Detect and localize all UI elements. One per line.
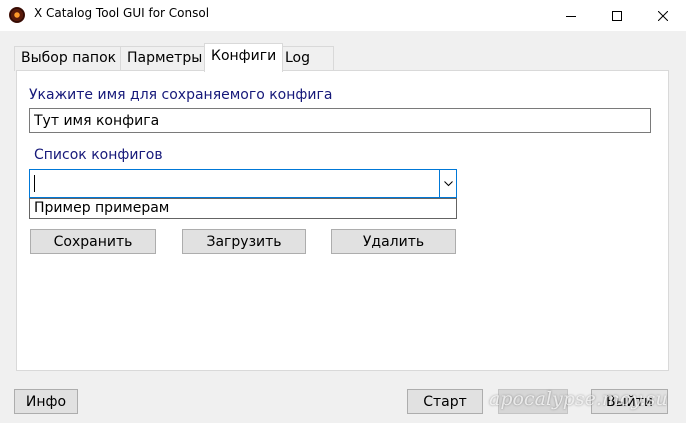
minimize-icon	[566, 15, 576, 17]
config-list-label: Список конфигов	[34, 147, 163, 163]
window-title: X Catalog Tool GUI for Consol	[34, 6, 210, 20]
app-icon	[9, 7, 25, 23]
minimize-button[interactable]	[548, 0, 594, 31]
delete-button[interactable]: Удалить	[331, 229, 456, 254]
title-bar[interactable]: X Catalog Tool GUI for Consol	[0, 0, 686, 31]
text-caret	[34, 175, 35, 192]
dropdown-item[interactable]: Пример примерам	[30, 199, 456, 218]
tab-log[interactable]: Log	[278, 46, 334, 71]
info-button[interactable]: Инфо	[14, 389, 78, 414]
config-list-combobox[interactable]	[29, 169, 457, 198]
close-button[interactable]	[640, 0, 686, 31]
watermark: apocalypse.moy.su	[489, 388, 668, 410]
chevron-down-icon	[443, 180, 453, 186]
tab-configs[interactable]: Конфиги	[204, 43, 284, 72]
config-name-input-box[interactable]	[29, 108, 651, 133]
save-button[interactable]: Сохранить	[30, 229, 156, 254]
maximize-icon	[612, 10, 622, 21]
tab-parameters[interactable]: Парметры	[120, 46, 210, 71]
close-icon	[658, 10, 668, 21]
config-list-dropdown: Пример примерам	[29, 198, 457, 219]
load-button[interactable]: Загрузить	[182, 229, 306, 254]
tab-label: Log	[285, 50, 311, 66]
combo-dropdown-button[interactable]	[439, 170, 456, 197]
tab-label: Конфиги	[211, 48, 277, 64]
config-name-label: Укажите имя для сохраняемого конфига	[29, 87, 333, 103]
maximize-button[interactable]	[594, 0, 640, 31]
tab-label: Парметры	[127, 50, 203, 66]
start-button[interactable]: Старт	[407, 389, 483, 414]
config-name-input[interactable]	[30, 109, 650, 132]
tab-folder-selection[interactable]: Выбор папок	[14, 46, 124, 71]
tab-label: Выбор папок	[21, 50, 117, 66]
